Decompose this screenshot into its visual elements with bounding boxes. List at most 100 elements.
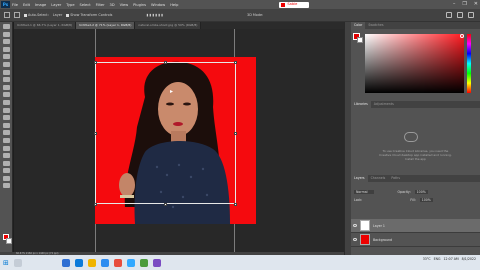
store-icon[interactable]: [100, 258, 109, 267]
more-tools-icon[interactable]: [3, 183, 10, 189]
gradient-tool-icon[interactable]: [3, 115, 10, 121]
maximize-button[interactable]: ❐: [462, 1, 466, 7]
history-brush-tool-icon[interactable]: [3, 99, 10, 105]
share-icon[interactable]: [468, 12, 474, 18]
menu-3d[interactable]: 3D: [110, 3, 115, 7]
zoom-tool-icon[interactable]: [3, 175, 10, 181]
weather-text[interactable]: 33°C: [423, 257, 431, 261]
clock-time[interactable]: 12:07 AM: [444, 257, 459, 261]
menu-plugins[interactable]: Plugins: [133, 3, 146, 7]
tab-untitled-2[interactable]: Untitled-2 @ 71% (Layer 1, RGB/8): [76, 22, 136, 29]
stamp-tool-icon[interactable]: [3, 92, 10, 98]
path-select-tool-icon[interactable]: [3, 153, 10, 159]
chrome-icon[interactable]: [113, 258, 122, 267]
color-swatch-pair[interactable]: [353, 33, 363, 43]
visibility-eye-icon[interactable]: [353, 238, 357, 241]
transform-handle[interactable]: [164, 61, 167, 64]
layer-thumbnail: [360, 234, 370, 245]
menu-file[interactable]: File: [12, 3, 18, 7]
auto-select-checkbox[interactable]: Auto-Select:: [24, 13, 49, 17]
search-input[interactable]: Sabie: [279, 1, 310, 8]
transform-handle[interactable]: [94, 132, 97, 135]
shape-tool-icon[interactable]: [3, 160, 10, 166]
brush-tool-icon[interactable]: [3, 84, 10, 90]
menu-view[interactable]: View: [120, 3, 129, 7]
fill-field[interactable]: 100%: [419, 198, 433, 202]
blur-tool-icon[interactable]: [3, 122, 10, 128]
menu-image[interactable]: Image: [35, 3, 46, 7]
show-transform-checkbox[interactable]: Show Transform Controls: [66, 13, 112, 17]
menu-layer[interactable]: Layer: [51, 3, 61, 7]
crop-tool-icon[interactable]: [3, 54, 10, 60]
menu-window[interactable]: Window: [151, 3, 165, 7]
align-icons[interactable]: ▮ ▮ ▮ ▮ ▮ ▮: [146, 13, 163, 17]
tab-untitled-1[interactable]: Untitled-1 @ 66.7% (Layer 1, RGB/8): [14, 22, 77, 29]
app-icon[interactable]: [139, 258, 148, 267]
transform-handle[interactable]: [94, 61, 97, 64]
healing-tool-icon[interactable]: [3, 77, 10, 83]
transform-handle[interactable]: [234, 61, 237, 64]
photoshop-taskbar-icon[interactable]: [126, 258, 135, 267]
transform-bounding-box[interactable]: [95, 62, 236, 204]
search-icon[interactable]: [446, 12, 452, 18]
layers-controls-row: Normal Opacity: 100%: [354, 190, 428, 194]
color-picker-cursor[interactable]: [460, 34, 464, 38]
language-indicator[interactable]: ENG: [434, 257, 441, 261]
type-tool-icon[interactable]: [3, 145, 10, 151]
taskview-icon[interactable]: [61, 258, 70, 267]
layers-lock-row: Lock: Fill: 100%: [354, 198, 433, 202]
menu-help[interactable]: Help: [170, 3, 178, 7]
tab-channels[interactable]: Channels: [368, 175, 389, 182]
transform-handle[interactable]: [94, 203, 97, 206]
edge-icon[interactable]: [74, 258, 83, 267]
blend-mode-dropdown[interactable]: Normal: [354, 190, 374, 194]
dodge-tool-icon[interactable]: [3, 130, 10, 136]
menu-filter[interactable]: Filter: [96, 3, 105, 7]
clock-date[interactable]: 8/1/2022: [462, 257, 476, 261]
menu-edit[interactable]: Edit: [23, 3, 30, 7]
opacity-label: Opacity:: [397, 190, 411, 194]
tab-adjustments[interactable]: Adjustments: [371, 101, 397, 108]
windows-taskbar: ⊞ 33°C ENG 12:07 AM 8/1/2022: [0, 255, 480, 270]
layer-name: Layer 1: [373, 223, 385, 228]
minimize-button[interactable]: –: [453, 1, 456, 7]
windows-start-icon[interactable]: ⊞: [3, 259, 9, 267]
transform-handle[interactable]: [234, 203, 237, 206]
eraser-tool-icon[interactable]: [3, 107, 10, 113]
hue-slider[interactable]: [467, 34, 471, 93]
transform-handle[interactable]: [164, 203, 167, 206]
tab-paths[interactable]: Paths: [388, 175, 403, 182]
move-tool-icon[interactable]: [4, 12, 10, 18]
background-color-swatch[interactable]: [6, 238, 12, 244]
opacity-field[interactable]: 100%: [414, 190, 428, 194]
auto-select-dropdown[interactable]: Layer: [53, 13, 62, 17]
app-icon[interactable]: [152, 258, 161, 267]
menu-select[interactable]: Select: [80, 3, 91, 7]
background-color-swatch[interactable]: [357, 37, 363, 43]
visibility-eye-icon[interactable]: [353, 224, 357, 227]
frame-tool-icon[interactable]: [3, 61, 10, 67]
hand-tool-icon[interactable]: [3, 168, 10, 174]
color-picker-field[interactable]: [365, 34, 464, 93]
tool-preset-icon[interactable]: [14, 12, 20, 18]
pen-tool-icon[interactable]: [3, 137, 10, 143]
eyedropper-tool-icon[interactable]: [3, 69, 10, 75]
tab-color[interactable]: Color: [351, 22, 366, 29]
quick-select-tool-icon[interactable]: [3, 46, 10, 52]
layer-row-background[interactable]: Background: [351, 233, 480, 247]
search-icon[interactable]: [13, 258, 22, 267]
close-button[interactable]: ✕: [474, 1, 478, 7]
menu-type[interactable]: Type: [66, 3, 74, 7]
tab-layers[interactable]: Layers: [351, 175, 368, 182]
layer-row-layer-1[interactable]: Layer 1: [351, 219, 480, 233]
tab-libraries[interactable]: Libraries: [351, 101, 371, 108]
workspace-icon[interactable]: [457, 12, 463, 18]
lasso-tool-icon[interactable]: [3, 39, 10, 45]
tab-photo[interactable]: natural-smile-shoot.jpg @ 50% (RGB/8): [135, 22, 202, 29]
transform-handle[interactable]: [234, 132, 237, 135]
marquee-tool-icon[interactable]: [3, 31, 10, 37]
tab-swatches[interactable]: Swatches: [365, 22, 386, 29]
file-explorer-icon[interactable]: [87, 258, 96, 267]
move-tool-icon[interactable]: [3, 24, 10, 29]
libraries-panel-tabs: Libraries Adjustments: [351, 101, 480, 108]
